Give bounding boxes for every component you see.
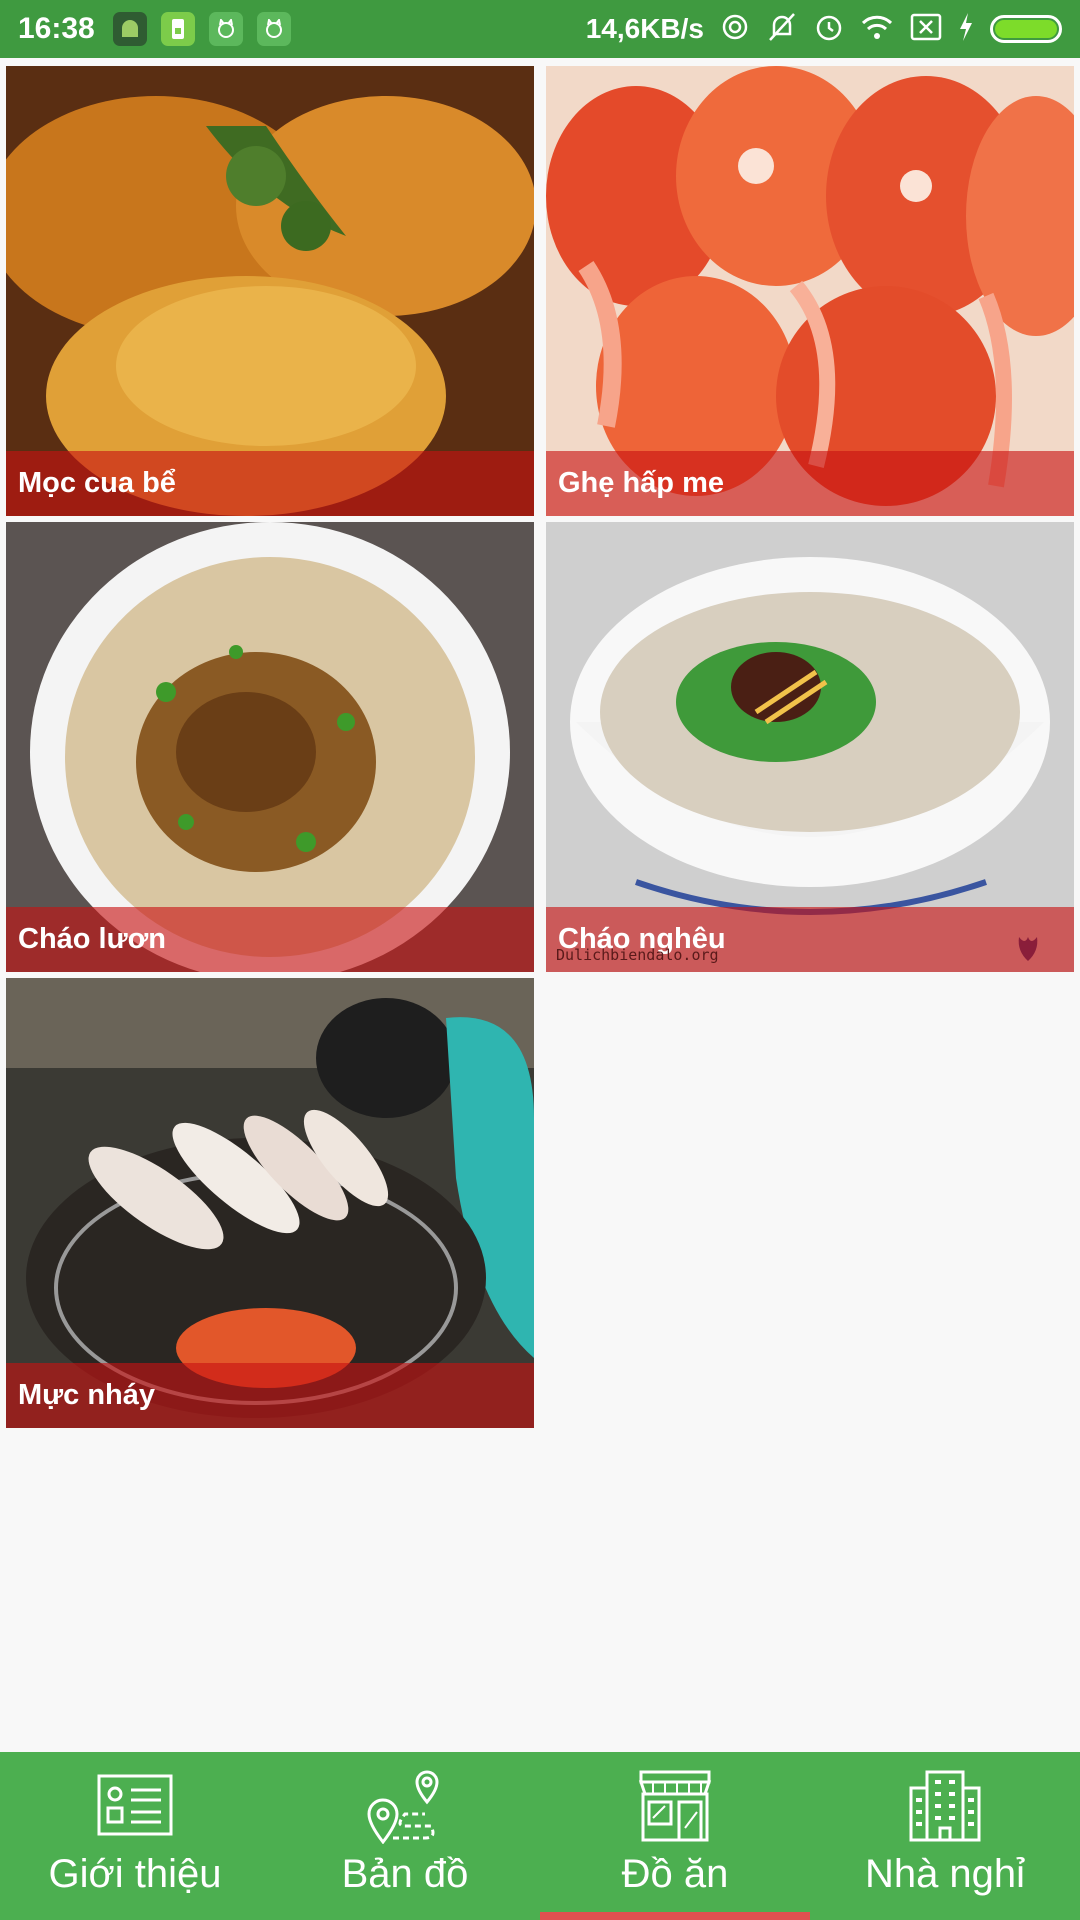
food-tile-chao-ngheu[interactable]: Cháo nghêu Dulichbiendalo.org (546, 522, 1074, 972)
battery-fill (995, 20, 1057, 38)
food-photo (6, 66, 534, 516)
food-tile-chao-luon[interactable]: Cháo lươn (6, 522, 534, 972)
cat-icon (208, 12, 243, 46)
food-caption: Mọc cua bể (6, 451, 534, 516)
food-caption: Ghẹ hấp me (546, 451, 1074, 516)
status-time: 16:38 (18, 12, 95, 45)
silent-icon (766, 12, 798, 47)
food-photo (546, 522, 1074, 972)
photo-watermark: Dulichbiendalo.org (556, 946, 719, 964)
charging-icon (958, 12, 974, 47)
wifi-icon (860, 13, 894, 46)
nosim-icon (910, 13, 942, 46)
food-tile-ghe-hap-me[interactable]: Ghẹ hấp me (546, 66, 1074, 516)
vietsense-logo (1000, 933, 1056, 966)
cat-icon (256, 12, 291, 46)
bottom-navigation: Giới thiệu Bản đồ Đồ ăn Nhà nghỉ (0, 1752, 1080, 1920)
info-card-icon (97, 1774, 173, 1836)
selected-tab-indicator (540, 1912, 810, 1920)
nav-item-nha-nghi[interactable]: Nhà nghỉ (810, 1752, 1080, 1920)
hotspot-icon (720, 12, 750, 47)
food-photo (6, 522, 534, 972)
map-route-icon (367, 1770, 439, 1844)
nav-label: Nhà nghỉ (864, 1852, 1026, 1896)
sim-icon (160, 12, 195, 46)
food-tile-moc-cua-be[interactable]: Mọc cua bể (6, 66, 534, 516)
android-icon (112, 12, 147, 46)
nav-item-do-an[interactable]: Đồ ăn (540, 1752, 810, 1920)
food-tile-muc-nhay[interactable]: Mực nháy (6, 978, 534, 1428)
nav-item-ban-do[interactable]: Bản đồ (270, 1752, 540, 1920)
alarm-icon (814, 12, 844, 47)
food-photo (546, 66, 1074, 516)
nav-item-gioi-thieu[interactable]: Giới thiệu (0, 1752, 270, 1920)
battery-icon (990, 15, 1062, 43)
nav-label: Đồ ăn (621, 1852, 729, 1896)
network-speed: 14,6KB/s (585, 13, 704, 44)
status-bar: 16:38 14,6KB/s (0, 0, 1080, 58)
food-caption: Cháo lươn (6, 907, 534, 972)
food-caption: Mực nháy (6, 1363, 534, 1428)
food-photo (6, 978, 534, 1428)
hotel-building-icon (909, 1770, 981, 1842)
nav-label: Giới thiệu (48, 1852, 222, 1896)
nav-label: Bản đồ (341, 1852, 469, 1896)
restaurant-storefront-icon (638, 1770, 712, 1842)
